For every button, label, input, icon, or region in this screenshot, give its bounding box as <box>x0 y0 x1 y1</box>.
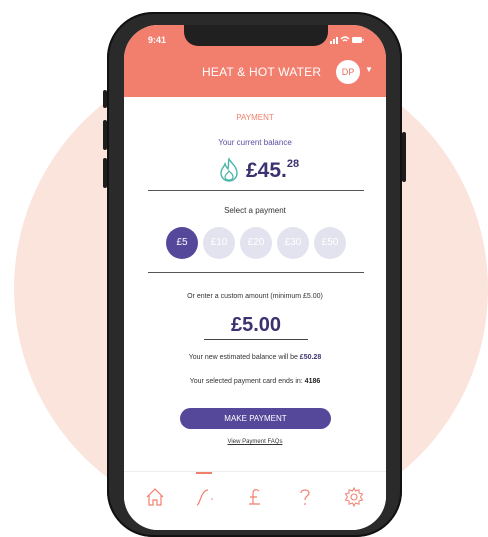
balance-display: £45. 28 <box>218 156 299 186</box>
card-text: Your selected payment card ends in: <box>189 378 305 385</box>
divider <box>148 272 364 273</box>
custom-amount-input[interactable]: £5.00 <box>204 314 308 340</box>
page-title: HEAT & HOT WATER <box>202 65 322 79</box>
section-label: PAYMENT <box>236 113 274 122</box>
flame-icon <box>220 157 238 182</box>
custom-amount-label: Or enter a custom amount (minimum £5.00) <box>187 293 323 300</box>
amount-option-10[interactable]: £10 <box>203 227 235 259</box>
status-icons <box>330 35 364 46</box>
phone-screen: 9:41 HEAT & HOT WATER DP ▼ PAYMENT Your … <box>124 25 386 530</box>
amount-option-20[interactable]: £20 <box>240 227 272 259</box>
new-balance-line: Your new estimated balance will be £50.2… <box>124 354 386 361</box>
chevron-down-icon[interactable]: ▼ <box>365 65 373 74</box>
payment-faq-link[interactable]: View Payment FAQs <box>124 439 386 445</box>
phone-power-button <box>402 132 406 182</box>
make-payment-button[interactable]: MAKE PAYMENT <box>180 408 331 429</box>
new-balance-text: Your new estimated balance will be <box>188 354 300 361</box>
new-balance-value: £50.28 <box>299 354 322 361</box>
card-last-digits: 4186 <box>304 378 321 385</box>
divider <box>148 190 364 191</box>
card-line: Your selected payment card ends in: 4186 <box>124 378 386 385</box>
home-icon[interactable] <box>144 486 166 508</box>
balance-label: Your current balance <box>218 138 292 147</box>
app-header: 9:41 HEAT & HOT WATER DP ▼ <box>124 25 386 97</box>
balance-amount: £45. <box>246 159 287 182</box>
select-payment-label: Select a payment <box>224 206 286 215</box>
avatar[interactable]: DP <box>336 60 360 84</box>
phone-side-button <box>103 90 107 108</box>
status-time: 9:41 <box>148 35 167 45</box>
amount-option-50[interactable]: £50 <box>314 227 346 259</box>
balance-pence: 28 <box>286 158 300 170</box>
active-tab-indicator <box>196 472 212 474</box>
amount-option-5[interactable]: £5 <box>166 227 198 259</box>
help-icon[interactable] <box>294 486 316 508</box>
tab-bar <box>124 471 386 530</box>
phone-volume-down <box>103 158 107 188</box>
phone-volume-up <box>103 120 107 150</box>
amount-option-30[interactable]: £30 <box>277 227 309 259</box>
signal-wifi-battery-icon <box>330 36 364 44</box>
settings-icon[interactable] <box>343 486 365 508</box>
pound-icon[interactable] <box>244 486 266 508</box>
phone-notch <box>184 25 328 46</box>
usage-graph-icon[interactable] <box>194 486 216 508</box>
